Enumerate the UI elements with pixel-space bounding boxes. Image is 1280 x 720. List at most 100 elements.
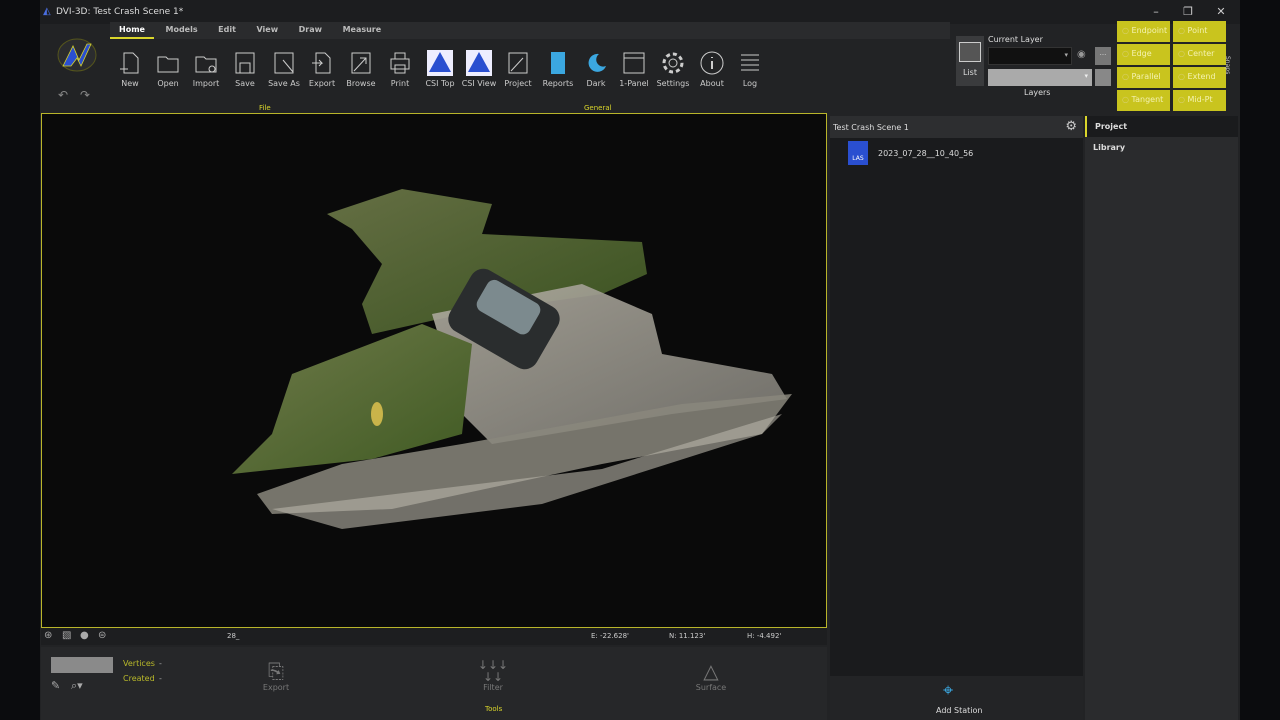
snap-label: Extend (1187, 72, 1216, 81)
tab-measure[interactable]: Measure (334, 22, 391, 37)
browse-button[interactable]: Browse (343, 50, 379, 88)
file-item[interactable]: 2023_07_28__10_40_56 (878, 149, 973, 158)
layers-view-icon[interactable]: ▧ (62, 630, 71, 641)
new-button[interactable]: New (112, 50, 148, 88)
created-label: Created (123, 674, 155, 683)
triangle-icon: △ (703, 659, 719, 683)
northing-readout: N: 11.123' (669, 632, 706, 640)
close-button[interactable]: ✕ (1211, 5, 1231, 18)
layer-list-button[interactable]: List (956, 36, 984, 86)
tools-group-label: Tools (485, 705, 503, 713)
import-icon (195, 56, 217, 73)
filter-tool-button[interactable]: ↓↓↓ ↓↓ Filter (473, 659, 513, 692)
snap-label: Tangent (1131, 95, 1164, 104)
surface-tool-button[interactable]: △ Surface (691, 659, 731, 692)
dark-button[interactable]: Dark (578, 50, 614, 88)
current-layer-label: Current Layer (988, 35, 1043, 44)
snap-label: Point (1187, 26, 1208, 35)
project-button[interactable]: Project (500, 50, 536, 88)
add-station-button[interactable]: ⌖ Add Station (830, 676, 1083, 720)
layers-select[interactable]: ▾ (988, 69, 1092, 86)
redo-button[interactable]: ↷ (80, 88, 90, 102)
list-label: List (963, 68, 977, 77)
snap-center[interactable]: ○ Center (1173, 44, 1226, 65)
snap-edge[interactable]: ○ Edge (1117, 44, 1170, 65)
1-panel-button[interactable]: 1-Panel (616, 50, 652, 88)
maximize-button[interactable]: ❐ (1178, 5, 1198, 18)
snap-icon: ○ (1178, 49, 1185, 58)
orbit-icon[interactable]: ⊜ (98, 630, 106, 641)
snap-parallel[interactable]: ○ Parallel (1117, 67, 1170, 88)
scene-panel: Test Crash Scene 1 ⚙ LAS 2023_07_28__10_… (830, 116, 1083, 720)
button-label: Browse (346, 79, 376, 88)
reports-icon (551, 52, 565, 74)
browse-icon (351, 52, 371, 74)
created-value: - (159, 674, 162, 683)
button-label: Reports (542, 79, 574, 88)
button-label: CSI Top (425, 79, 455, 88)
tools-panel: ✎ ⌕▾ Vertices - Created - ⎘ Export ↓↓↓ ↓↓ F… (41, 647, 827, 720)
button-label: About (700, 79, 724, 88)
button-label: Import (192, 79, 220, 88)
snap-point[interactable]: ○ Point (1173, 21, 1226, 42)
add-station-label: Add Station (936, 706, 983, 715)
layers-label: Layers (1024, 88, 1051, 97)
undo-button[interactable]: ↶ (58, 88, 68, 102)
search-dropdown-icon[interactable]: ⌕▾ (71, 679, 83, 693)
csi-view-button[interactable]: CSI View (461, 50, 497, 88)
save-icon (235, 52, 255, 74)
layer-more-button[interactable]: ··· (1095, 47, 1111, 65)
print-button[interactable]: Print (382, 50, 418, 88)
tab-edit[interactable]: Edit (209, 22, 245, 37)
minimize-button[interactable]: – (1146, 5, 1166, 18)
3d-viewport[interactable] (41, 113, 827, 628)
group-general-label: General (584, 104, 612, 112)
import-button[interactable]: Import (188, 50, 224, 88)
current-layer-select[interactable]: ▾ (988, 47, 1072, 65)
settings-icon (662, 52, 684, 74)
snap-icon: ○ (1178, 26, 1185, 35)
color-swatch[interactable] (51, 657, 113, 673)
export-button[interactable]: Export (304, 50, 340, 88)
about-icon (700, 51, 724, 75)
cloud-icon[interactable]: ● (80, 630, 89, 641)
vertices-label: Vertices (123, 659, 155, 668)
save-as-icon (274, 52, 294, 74)
side-tab-project[interactable]: Project (1085, 116, 1238, 137)
log-button[interactable]: Log (732, 50, 768, 88)
edit-icon[interactable]: ✎ (51, 679, 60, 692)
snap-mid-pt[interactable]: ○ Mid-Pt (1173, 90, 1226, 111)
reports-button[interactable]: Reports (540, 50, 576, 88)
1-panel-icon (623, 52, 645, 74)
tab-view[interactable]: View (247, 22, 287, 37)
snap-endpoint[interactable]: ○ Endpoint (1117, 21, 1170, 42)
side-tab-library[interactable]: Library (1085, 137, 1238, 158)
export-icon: ⎘ (268, 659, 284, 683)
button-label: Print (390, 79, 410, 88)
app-logo[interactable] (57, 38, 97, 72)
print-icon (390, 52, 410, 74)
open-button[interactable]: Open (150, 50, 186, 88)
export-tool-label: Export (262, 683, 290, 692)
filter-tool-label: Filter (483, 683, 503, 692)
layers-button[interactable] (1095, 69, 1111, 86)
export-tool-button[interactable]: ⎘ Export (256, 659, 296, 692)
csi-top-button[interactable]: CSI Top (422, 50, 458, 88)
snaps-panel: ○ Endpoint ○ Point ○ Edge ○ Center ○ Paralle… (1117, 21, 1226, 111)
crosshair-icon: ⌖ (943, 680, 954, 701)
save-as-button[interactable]: Save As (266, 50, 302, 88)
settings-button[interactable]: Settings (655, 50, 691, 88)
about-button[interactable]: About (694, 50, 730, 88)
group-file-label: File (259, 104, 271, 112)
save-button[interactable]: Save (227, 50, 263, 88)
height-readout: H: -4.492' (747, 632, 782, 640)
tab-home[interactable]: Home (110, 22, 154, 39)
snap-label: Endpoint (1131, 26, 1168, 35)
eye-hidden-icon[interactable]: ◉ (1077, 49, 1086, 60)
snap-extend[interactable]: ○ Extend (1173, 67, 1226, 88)
snap-tangent[interactable]: ○ Tangent (1117, 90, 1170, 111)
tab-draw[interactable]: Draw (290, 22, 331, 37)
view-mode-icon[interactable]: ⊛ (44, 630, 52, 641)
gear-icon[interactable]: ⚙ (1065, 119, 1077, 134)
tab-models[interactable]: Models (157, 22, 207, 37)
